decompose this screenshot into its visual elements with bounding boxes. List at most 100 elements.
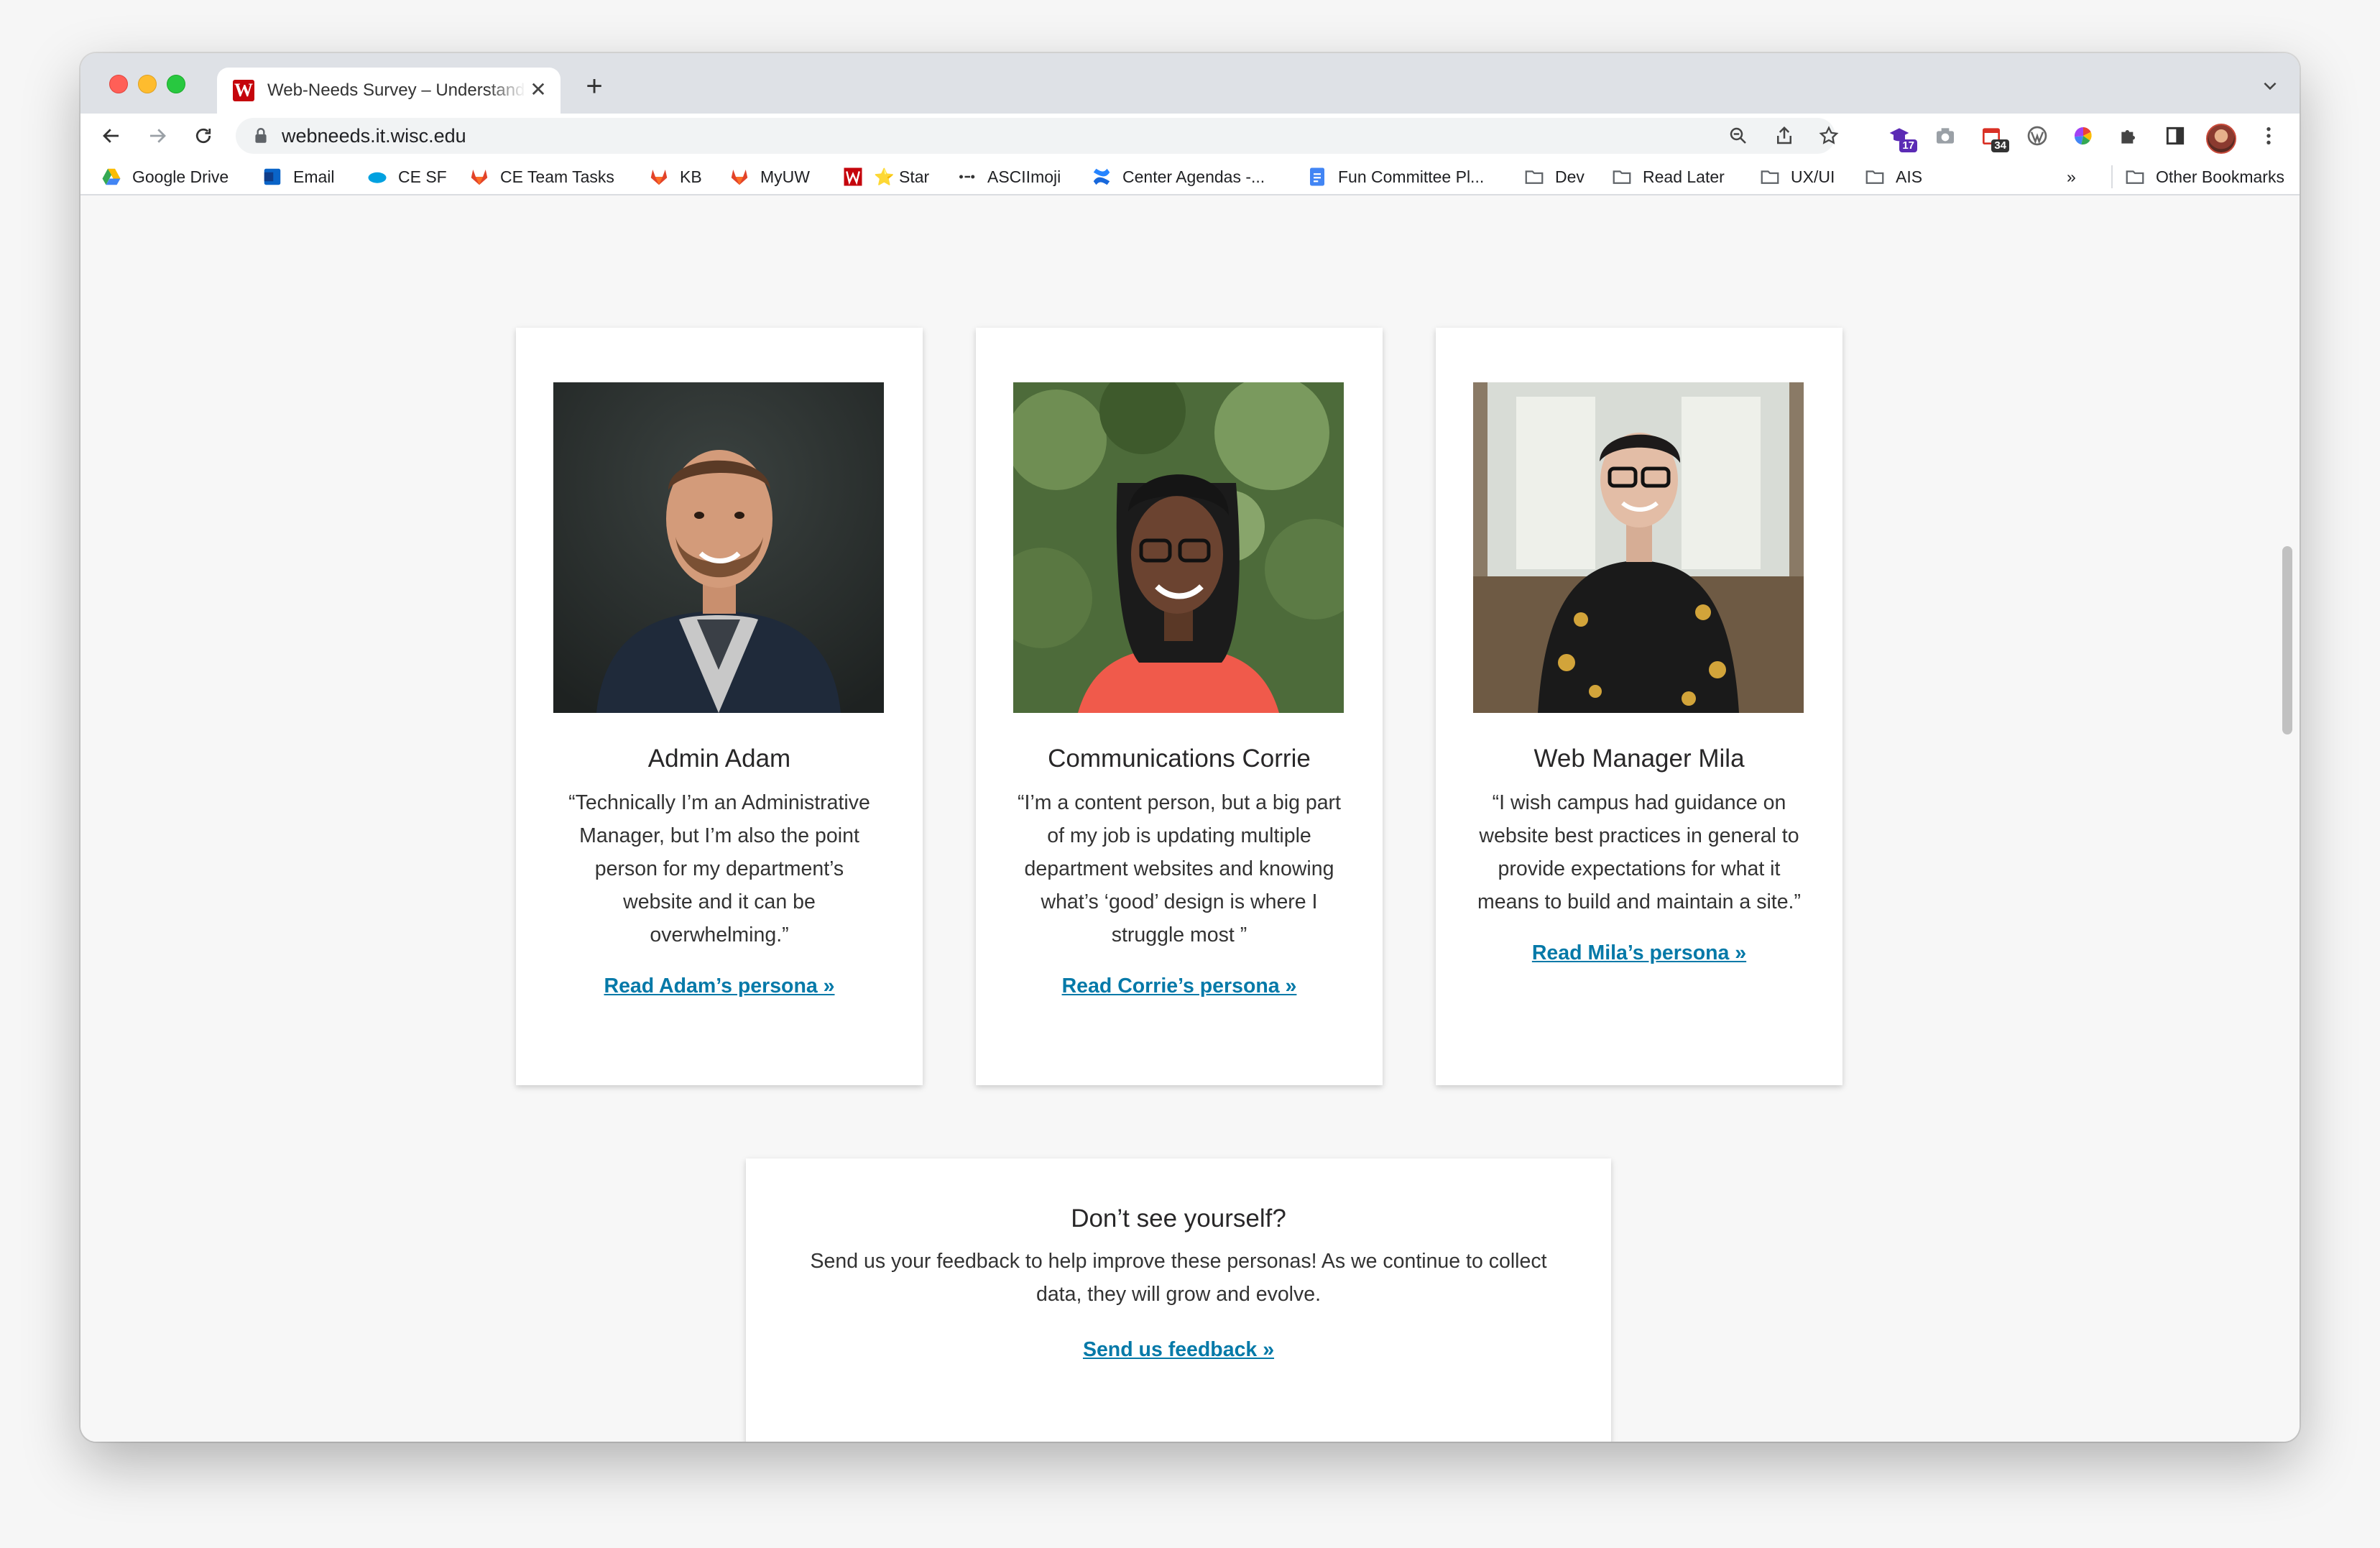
asciimoji-icon [956, 166, 977, 188]
other-bookmarks[interactable]: Other Bookmarks [2111, 165, 2284, 188]
bookmark-label: Email [293, 167, 335, 186]
close-window-button[interactable] [109, 75, 128, 93]
bookmark-label: Center Agendas -... [1122, 167, 1265, 186]
tab-search-chevron-icon[interactable] [2259, 76, 2281, 98]
google-docs-icon [1306, 166, 1328, 188]
uw-icon [842, 166, 864, 188]
bookmark-google-drive[interactable]: Google Drive [101, 165, 229, 188]
bookmark-ce-sf[interactable]: CE SF [366, 165, 447, 188]
bookmark-label: ⭐ Star [874, 167, 930, 186]
bookmark-folder-read-later[interactable]: Read Later [1611, 165, 1725, 188]
side-panel-icon[interactable] [2162, 122, 2189, 149]
uw-favicon-icon: W [233, 80, 254, 101]
graduation-cap-icon[interactable]: 17 [1886, 122, 1917, 152]
bookmark-asciimoji[interactable]: ASCIImoji [956, 165, 1061, 188]
persona-photo-corrie [1013, 382, 1344, 713]
persona-card-adam: Admin Adam “Technically I’m an Administr… [516, 328, 923, 1085]
bookmark-label: CE SF [398, 167, 447, 186]
bookmark-label: Google Drive [132, 167, 229, 186]
bookmark-label: Dev [1555, 167, 1585, 186]
persona-quote: “I’m a content person, but a big part of… [1018, 791, 1341, 946]
bookmark-label: MyUW [760, 167, 810, 186]
bookmark-folder-dev[interactable]: Dev [1523, 165, 1585, 188]
calendar-icon[interactable]: 34 [1978, 122, 2009, 152]
send-feedback-link[interactable]: Send us feedback » [746, 1338, 1611, 1362]
bookmark-fun-committee[interactable]: Fun Committee Pl... [1306, 165, 1484, 188]
gitlab-icon [648, 166, 670, 188]
read-adam-persona-link[interactable]: Read Adam’s persona » [516, 975, 923, 998]
page-content: Admin Adam “Technically I’m an Administr… [80, 195, 2300, 1442]
lock-icon[interactable] [252, 126, 270, 145]
forward-arrow-icon[interactable] [142, 121, 172, 151]
google-drive-icon [101, 166, 122, 188]
browser-toolbar: webneeds.it.wisc.edu 17 34 [80, 114, 2300, 158]
persona-photo-mila [1473, 382, 1804, 713]
feedback-text: Send us your feedback to help improve th… [810, 1250, 1547, 1306]
feedback-title: Don’t see yourself? [1071, 1204, 1286, 1233]
extension-badge: 34 [1991, 139, 2009, 152]
profile-avatar[interactable] [2206, 124, 2236, 154]
bookmark-label: Other Bookmarks [2156, 167, 2284, 186]
bookmark-folder-ais[interactable]: AIS [1864, 165, 1922, 188]
new-tab-icon[interactable]: + [581, 72, 608, 101]
share-icon[interactable] [1774, 125, 1795, 147]
reload-icon[interactable] [188, 121, 218, 151]
bookmark-label: Fun Committee Pl... [1338, 167, 1485, 186]
bookmark-kb[interactable]: KB [648, 165, 702, 188]
color-wheel-icon[interactable] [2070, 122, 2097, 149]
zoom-icon[interactable] [1728, 125, 1749, 147]
bookmark-email[interactable]: Email [262, 165, 335, 188]
persona-name: Web Manager Mila [1533, 745, 1745, 773]
confluence-icon [1091, 166, 1112, 188]
bookmark-star[interactable]: ⭐ Star [842, 165, 929, 188]
bookmark-label: Read Later [1643, 167, 1725, 186]
extension-badge: 17 [1899, 139, 1917, 152]
bookmark-label: AIS [1896, 167, 1923, 186]
feedback-card: Don’t see yourself? Send us your feedbac… [746, 1158, 1611, 1442]
address-bar[interactable]: webneeds.it.wisc.edu [236, 118, 1839, 154]
puzzle-icon[interactable] [2116, 122, 2143, 149]
persona-name: Admin Adam [647, 745, 791, 773]
tab-close-icon[interactable]: ✕ [527, 79, 549, 101]
gitlab-icon [469, 166, 490, 188]
folder-icon [1523, 166, 1545, 188]
bookmark-star-icon[interactable] [1818, 125, 1840, 147]
bookmark-folder-ux-ui[interactable]: UX/UI [1759, 165, 1835, 188]
bookmarks-overflow-chevron[interactable]: » [2067, 165, 2076, 188]
folder-icon [2124, 166, 2146, 188]
bookmark-label: CE Team Tasks [500, 167, 614, 186]
gitlab-icon [729, 166, 750, 188]
folder-icon [1611, 166, 1633, 188]
page-scrollbar[interactable] [2282, 546, 2292, 734]
bookmark-center-agendas[interactable]: Center Agendas -... [1091, 165, 1265, 188]
persona-name: Communications Corrie [1048, 745, 1311, 773]
camera-icon[interactable] [1932, 122, 1959, 149]
tab-strip: W Web-Needs Survey – Understanding Our U… [80, 53, 2300, 114]
read-corrie-persona-link[interactable]: Read Corrie’s persona » [976, 975, 1383, 998]
bookmarks-bar: Google Drive Email CE SF CE Team Tasks K… [80, 158, 2300, 195]
zoom-window-button[interactable] [167, 75, 185, 93]
bookmark-ce-team-tasks[interactable]: CE Team Tasks [469, 165, 614, 188]
folder-icon [1759, 166, 1781, 188]
folder-icon [1864, 166, 1886, 188]
bookmark-label: ASCIImoji [987, 167, 1061, 186]
browser-window: W Web-Needs Survey – Understanding Our U… [80, 53, 2300, 1442]
persona-quote: “Technically I’m an Administrative Manag… [568, 791, 870, 946]
minimize-window-button[interactable] [138, 75, 157, 93]
read-mila-persona-link[interactable]: Read Mila’s persona » [1436, 941, 1842, 965]
url-text[interactable]: webneeds.it.wisc.edu [282, 125, 466, 147]
salesforce-icon [366, 166, 388, 188]
tab-title: Web-Needs Survey – Understanding Our Use… [267, 80, 526, 100]
persona-card-mila: Web Manager Mila “I wish campus had guid… [1436, 328, 1842, 1085]
kebab-menu-icon[interactable] [2255, 122, 2282, 149]
outlook-icon [262, 166, 283, 188]
persona-quote: “I wish campus had guidance on website b… [1477, 791, 1801, 913]
wordpress-icon[interactable] [2024, 122, 2051, 149]
back-arrow-icon[interactable] [96, 121, 126, 151]
bookmark-label: UX/UI [1791, 167, 1835, 186]
persona-card-corrie: Communications Corrie “I’m a content per… [976, 328, 1383, 1085]
browser-tab-active[interactable]: W Web-Needs Survey – Understanding Our U… [217, 68, 561, 114]
overflow-label: » [2067, 167, 2076, 186]
bookmark-label: KB [680, 167, 702, 186]
bookmark-myuw[interactable]: MyUW [729, 165, 810, 188]
